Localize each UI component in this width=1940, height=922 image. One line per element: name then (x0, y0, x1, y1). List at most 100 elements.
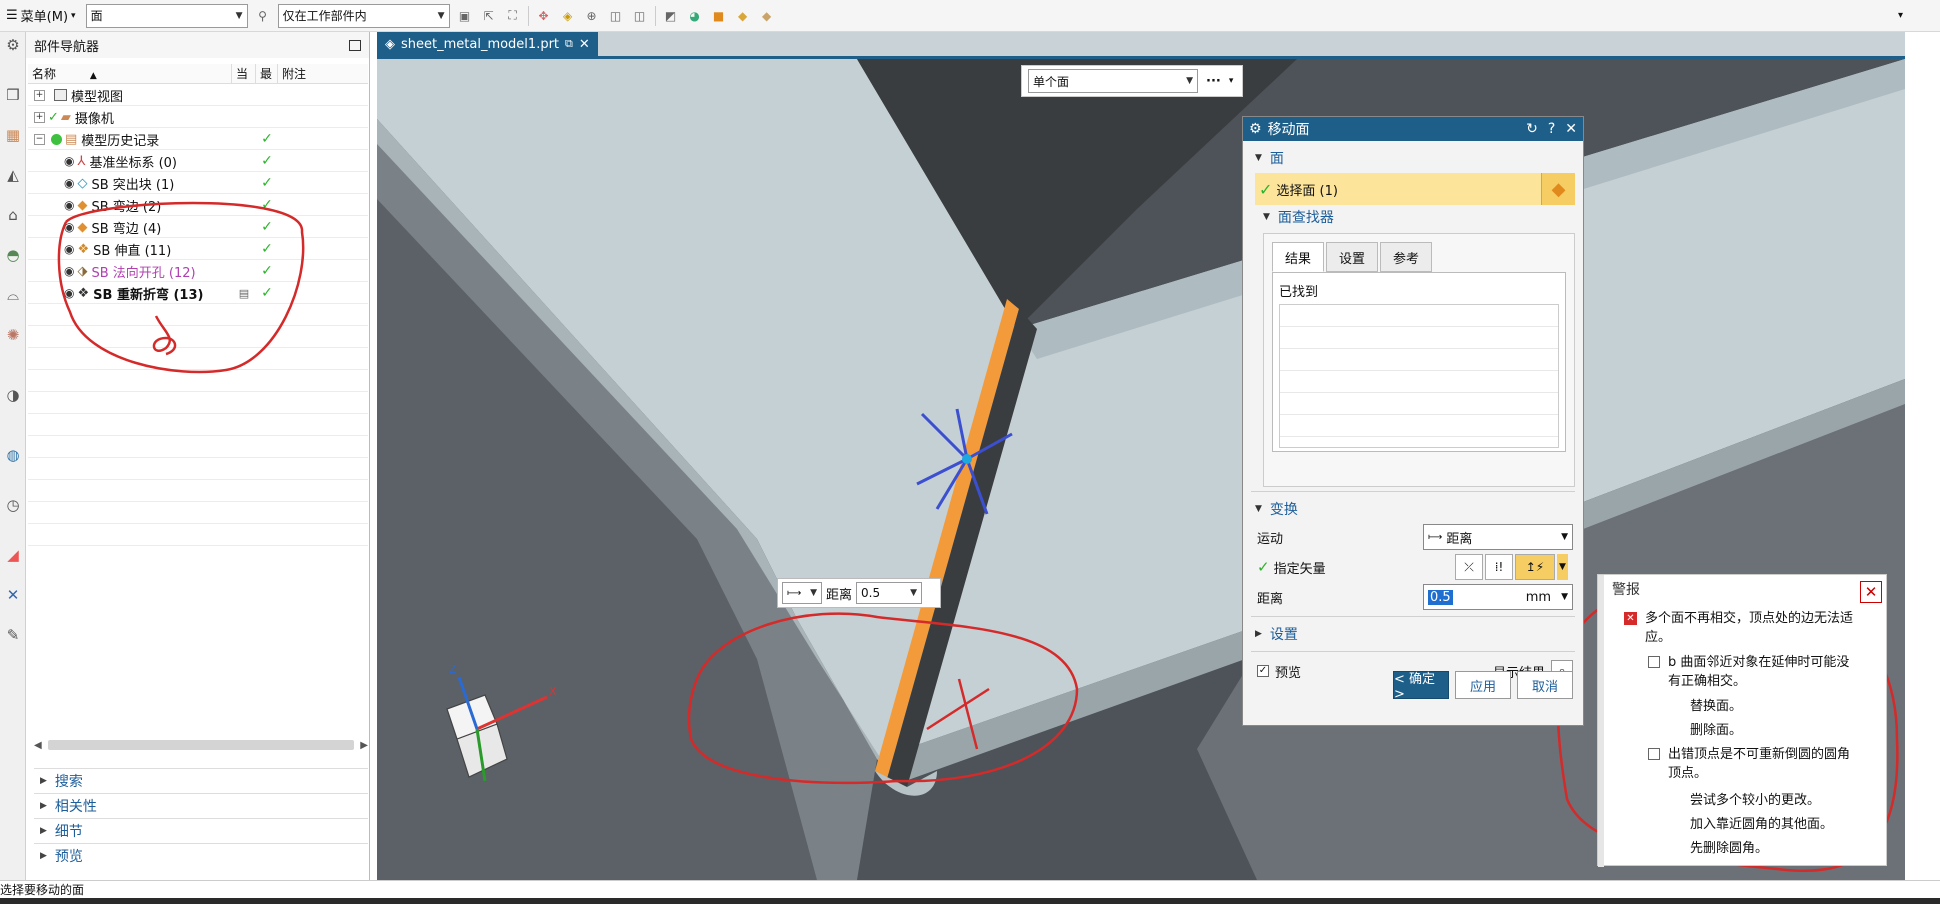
cube-gray-icon[interactable]: ◫ (607, 7, 625, 25)
tab-settings[interactable]: 设置 (1326, 242, 1379, 272)
tree-row-flange-2[interactable]: ◉ ◆ SB 弯边 (2) ✓ (28, 194, 368, 216)
column-name[interactable]: 名称 ▲ (28, 64, 232, 83)
tree-row-unbend[interactable]: ◉ ❖ SB 伸直 (11) ✓ (28, 238, 368, 260)
section-details[interactable]: ▶ 细节 (34, 818, 368, 842)
vector-dialog-icon[interactable]: ⁞! (1485, 554, 1513, 580)
face-cube-icon[interactable]: ◆ (1541, 173, 1575, 205)
chevron-down-icon[interactable]: ▼ (1557, 554, 1568, 580)
part-navigator-icon[interactable]: ▦ (2, 124, 24, 146)
distance-type-dropdown[interactable]: ⟼ ▼ (782, 582, 822, 604)
tree-row-model-history[interactable]: − ▤ 模型历史记录 ✓ (28, 128, 368, 150)
globe-icon[interactable]: ◍ (2, 444, 24, 466)
navigator-horizontal-scrollbar[interactable]: ◀ ▶ (34, 738, 368, 752)
tree-row-tab[interactable]: ◉ ◇ SB 突出块 (1) ✓ (28, 172, 368, 194)
group-face-finder[interactable]: ▼ 面查找器 (1243, 205, 1583, 229)
web-browser-icon[interactable]: ⌓ (2, 284, 24, 306)
panel-grip[interactable] (1598, 575, 1604, 867)
menu-button[interactable]: ☰ 菜单(M) ▾ (2, 3, 80, 29)
eye-icon[interactable]: ◉ (64, 286, 74, 300)
reuse-library-icon[interactable]: ⌂ (2, 204, 24, 226)
close-icon[interactable]: ✕ (1860, 581, 1882, 603)
close-tab-icon[interactable]: ✕ (579, 37, 590, 52)
eye-icon[interactable]: ◉ (64, 154, 74, 168)
history-icon[interactable]: ✺ (2, 324, 24, 346)
group-face[interactable]: ▼ 面 (1243, 145, 1583, 171)
cancel-button[interactable]: 取消 (1517, 671, 1573, 699)
select-all-icon[interactable]: ▣ (456, 7, 474, 25)
onscreen-distance-field[interactable]: 0.5 ▼ (856, 582, 923, 604)
cube-tan-icon[interactable]: ◆ (758, 7, 776, 25)
render-style-icon[interactable]: ◕ (686, 7, 704, 25)
reverse-direction-icon[interactable]: ⤫ (1455, 554, 1483, 580)
view-orient-icon[interactable]: ◩ (662, 7, 680, 25)
scroll-left-icon[interactable]: ◀ (34, 740, 42, 751)
tree-row-datum-csys[interactable]: ◉ ⅄ 基准坐标系 (0) ✓ (28, 150, 368, 172)
tree-row-model-views[interactable]: + 模型视图 (28, 84, 368, 106)
eye-icon[interactable]: ◉ (64, 264, 74, 278)
expand-icon[interactable]: + (34, 111, 45, 123)
cause-1-checkbox[interactable] (1648, 656, 1660, 668)
palette-icon[interactable]: ◢ (2, 544, 24, 566)
column-current[interactable]: 当 (232, 64, 256, 83)
inferred-vector-icon[interactable]: ↥⚡ (1515, 554, 1555, 580)
reset-icon[interactable]: ↻ (1526, 121, 1538, 137)
cube-yellow-icon[interactable]: ◆ (734, 7, 752, 25)
overflow-arrow-icon[interactable]: ▾ (1229, 76, 1234, 86)
distance-field[interactable]: 0.5 mm ▼ (1423, 584, 1573, 610)
section-search[interactable]: ▶ 搜索 (34, 768, 368, 792)
expand-icon[interactable]: + (34, 89, 45, 101)
toolbar-overflow-icon[interactable]: ▾ (1898, 10, 1903, 21)
cube-orange-icon[interactable]: ■ (710, 7, 728, 25)
tree-row-normal-cutout[interactable]: ◉ ⬗ SB 法向开孔 (12) ✓ (28, 260, 368, 282)
file-tab[interactable]: ◈ sheet_metal_model1.prt ⧉ ✕ (377, 32, 598, 56)
scope-dropdown[interactable]: 仅在工作部件内 ▼ (277, 3, 450, 28)
tools-icon[interactable]: ✎ (2, 624, 24, 646)
eye-icon[interactable]: ◉ (64, 198, 74, 212)
tab-results[interactable]: 结果 (1272, 242, 1325, 272)
filter-icon[interactable]: ⚲ (254, 7, 272, 25)
tree-row-rebend[interactable]: ◉ ❖ SB 重新折弯 (13) ▤ ✓ (28, 282, 368, 304)
cause-2-checkbox[interactable] (1648, 748, 1660, 760)
help-icon[interactable]: ? (1548, 121, 1555, 137)
group-settings[interactable]: ▶ 设置 (1243, 621, 1583, 647)
column-latest[interactable]: 最 (256, 64, 278, 83)
type-filter-dropdown[interactable]: 面 ▼ (85, 3, 248, 28)
eye-icon[interactable]: ◉ (64, 242, 74, 256)
maximize-icon[interactable] (349, 39, 361, 51)
selection-scope-dropdown[interactable]: 单个面 ▼ (1028, 69, 1198, 93)
more-options-icon[interactable]: ··· (1206, 74, 1221, 89)
process-studio-icon[interactable]: ◑ (2, 384, 24, 406)
gear-icon[interactable]: ⚙ (2, 34, 24, 56)
motion-dropdown[interactable]: ⟼ 距离 ▼ (1423, 524, 1573, 550)
hd3d-icon[interactable]: ◓ (2, 244, 24, 266)
found-list[interactable] (1279, 304, 1559, 448)
dialog-titlebar[interactable]: ⚙ 移动面 ↻ ? ✕ (1243, 117, 1583, 141)
select-face-row[interactable]: ✓ 选择面 (1) ◆ (1255, 173, 1575, 205)
preview-checkbox[interactable]: ✓ (1257, 665, 1269, 677)
section-preview[interactable]: ▶ 预览 (34, 843, 368, 867)
collapse-icon[interactable]: − (34, 133, 45, 145)
tab-reference[interactable]: 参考 (1380, 242, 1433, 272)
column-notes[interactable]: 附注 (278, 64, 368, 83)
snap-mid-icon[interactable]: ⊕ (583, 7, 601, 25)
tree-row-flange-4[interactable]: ◉ ◆ SB 弯边 (4) ✓ (28, 216, 368, 238)
section-dependencies[interactable]: ▶ 相关性 (34, 793, 368, 817)
eye-icon[interactable]: ◉ (64, 220, 74, 234)
role-icon[interactable]: ✕ (2, 584, 24, 606)
selection-intent-icon[interactable]: ⛶ (504, 7, 522, 25)
pointer-icon[interactable]: ⇱ (480, 7, 498, 25)
constraint-navigator-icon[interactable]: ◭ (2, 164, 24, 186)
scrollbar-thumb[interactable] (47, 740, 355, 750)
scroll-right-icon[interactable]: ▶ (360, 740, 368, 751)
ok-button[interactable]: < 确定 > (1393, 671, 1449, 702)
apply-button[interactable]: 应用 (1455, 671, 1511, 699)
snap-end-icon[interactable]: ◈ (559, 7, 577, 25)
snap-point-icon[interactable]: ✥ (535, 7, 553, 25)
eye-icon[interactable]: ◉ (64, 176, 74, 190)
assembly-navigator-icon[interactable]: ❒ (2, 84, 24, 106)
clock-icon[interactable]: ◷ (2, 494, 24, 516)
cube-gray-2-icon[interactable]: ◫ (631, 7, 649, 25)
group-transform[interactable]: ▼ 变换 (1243, 496, 1583, 522)
tree-row-cameras[interactable]: + ✓ ▰ 摄像机 (28, 106, 368, 128)
close-icon[interactable]: ✕ (1565, 121, 1577, 137)
